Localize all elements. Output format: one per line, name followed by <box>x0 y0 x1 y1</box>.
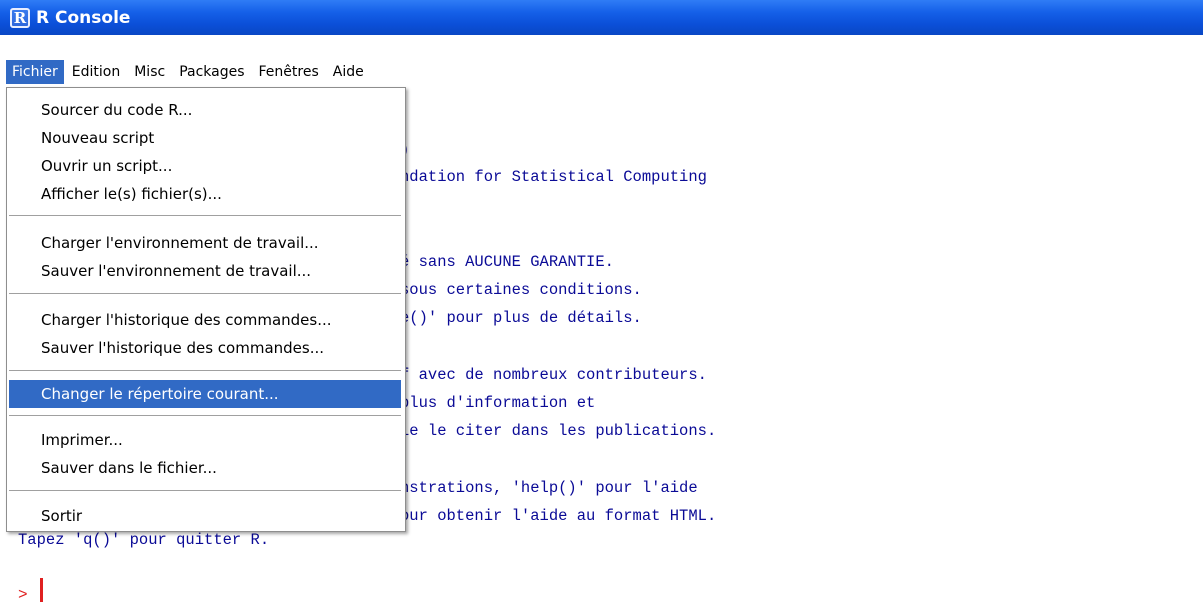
menu-item-afficher-fichiers[interactable]: Afficher le(s) fichier(s)... <box>9 180 401 208</box>
menu-item-sauver-fichier[interactable]: Sauver dans le fichier... <box>9 454 401 482</box>
fichier-dropdown-menu: Sourcer du code R... Nouveau script Ouvr… <box>6 87 406 532</box>
menu-item-charger-historique[interactable]: Charger l'historique des commandes... <box>9 306 401 334</box>
menu-misc[interactable]: Misc <box>128 60 171 84</box>
console-line: é sans AUCUNE GARANTIE. <box>400 253 614 271</box>
menu-edition[interactable]: Edition <box>66 60 126 84</box>
r-logo-icon: R <box>10 7 30 28</box>
console-prompt: > <box>18 586 28 604</box>
console-line: f avec de nombreux contributeurs. <box>400 366 707 384</box>
menu-separator <box>9 215 401 217</box>
console-line: e()' pour plus de détails. <box>400 309 642 327</box>
window-title: R Console <box>36 7 131 28</box>
console-line: Tapez 'q()' pour quitter R. <box>18 531 270 549</box>
console-line: nstrations, 'help()' pour l'aide <box>400 479 698 497</box>
console-line: our obtenir l'aide au format HTML. <box>400 507 717 525</box>
menu-separator <box>9 415 401 417</box>
menu-item-sauver-historique[interactable]: Sauver l'historique des commandes... <box>9 334 401 362</box>
menu-aide[interactable]: Aide <box>327 60 370 84</box>
menu-item-nouveau-script[interactable]: Nouveau script <box>9 124 401 152</box>
menu-separator <box>9 490 401 492</box>
menu-item-sauver-environnement[interactable]: Sauver l'environnement de travail... <box>9 257 401 285</box>
console-line: le le citer dans les publications. <box>400 422 717 440</box>
console-line: ndation for Statistical Computing <box>400 168 707 186</box>
menu-item-sortir[interactable]: Sortir <box>9 502 401 530</box>
menu-item-charger-environnement[interactable]: Charger l'environnement de travail... <box>9 229 401 257</box>
menu-fichier[interactable]: Fichier <box>6 60 64 84</box>
menu-item-sourcer[interactable]: Sourcer du code R... <box>9 96 401 124</box>
menu-separator <box>9 370 401 372</box>
text-cursor <box>40 578 43 602</box>
menu-bar: Fichier Edition Misc Packages Fenêtres A… <box>0 58 1203 86</box>
console-line: sous certaines conditions. <box>400 281 642 299</box>
title-bar[interactable]: R R Console <box>0 0 1203 35</box>
menu-separator <box>9 293 401 295</box>
menu-item-imprimer[interactable]: Imprimer... <box>9 426 401 454</box>
menu-item-changer-repertoire[interactable]: Changer le répertoire courant... <box>9 380 401 408</box>
console-line: plus d'information et <box>400 394 596 412</box>
menu-item-ouvrir-script[interactable]: Ouvrir un script... <box>9 152 401 180</box>
menu-packages[interactable]: Packages <box>173 60 250 84</box>
menu-fenetres[interactable]: Fenêtres <box>253 60 325 84</box>
